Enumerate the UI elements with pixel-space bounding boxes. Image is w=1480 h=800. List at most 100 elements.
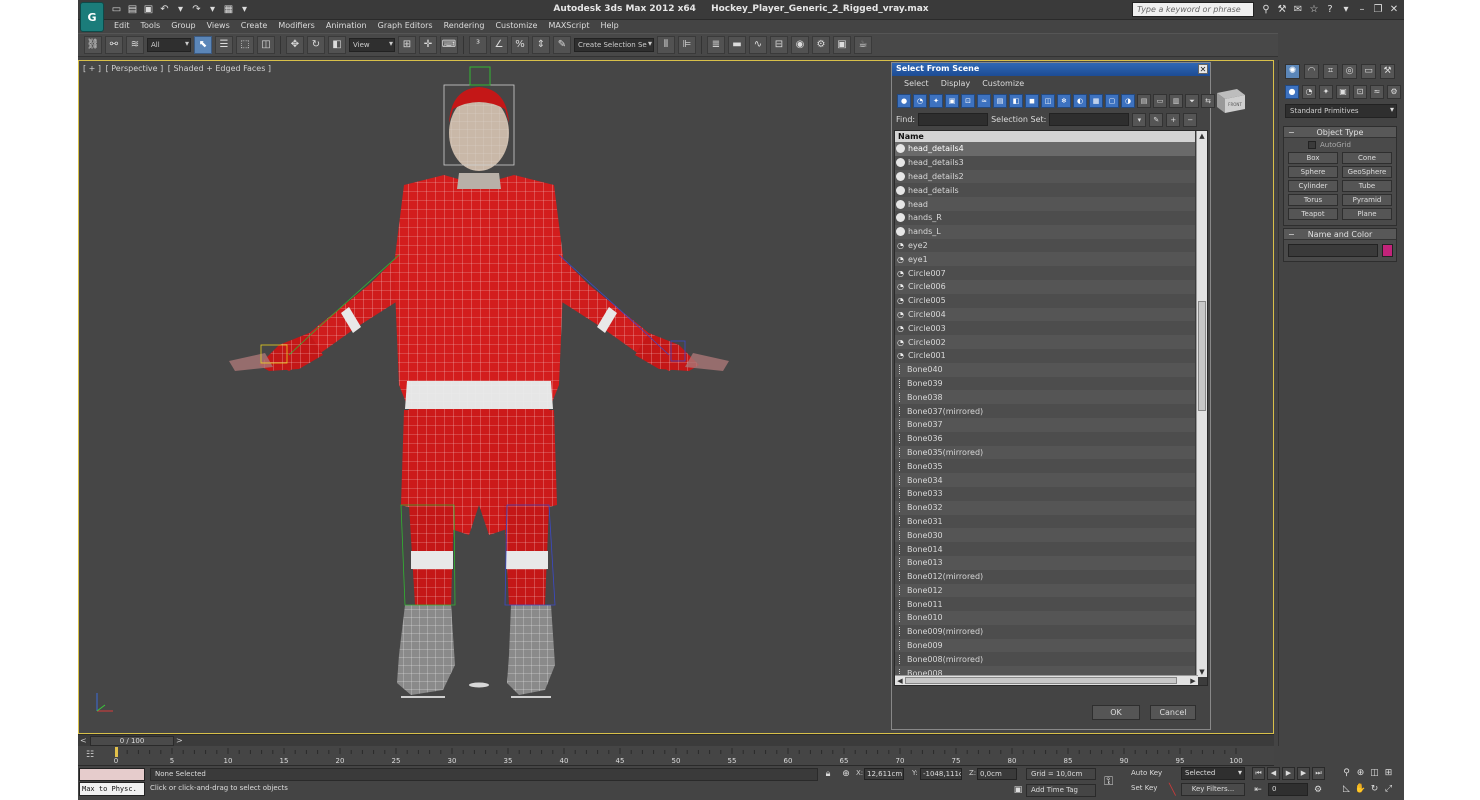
- tab-display[interactable]: ▭: [1361, 64, 1376, 79]
- reference-coordinate-dropdown[interactable]: View: [349, 38, 395, 52]
- list-item[interactable]: Bone009(mirrored): [895, 624, 1195, 639]
- find-input[interactable]: [918, 113, 989, 126]
- pan-view-icon[interactable]: ✋: [1354, 783, 1367, 796]
- go-to-start-icon[interactable]: ⏮: [1252, 767, 1265, 780]
- render-setup-icon[interactable]: ⚙: [812, 36, 830, 54]
- list-item[interactable]: ◔ Circle003: [895, 321, 1195, 336]
- new-scene-icon[interactable]: ▭: [110, 3, 123, 16]
- list-item[interactable]: Bone014: [895, 542, 1195, 556]
- next-key-icon[interactable]: ▶: [1297, 767, 1310, 780]
- cylinder-button[interactable]: Cylinder: [1288, 180, 1338, 192]
- selection-lock-icon[interactable]: 🔒︎: [822, 768, 834, 780]
- list-item[interactable]: hands_L: [895, 224, 1195, 239]
- menu-customize[interactable]: Customize: [489, 20, 542, 32]
- list-item[interactable]: Bone011: [895, 597, 1195, 612]
- layer-manager-icon[interactable]: ≣: [707, 36, 725, 54]
- viewport-pov-label[interactable]: [ Perspective ]: [106, 64, 164, 73]
- tab-hierarchy[interactable]: ⌗: [1323, 64, 1338, 79]
- list-item[interactable]: Bone031: [895, 514, 1195, 529]
- selection-filter-dropdown[interactable]: All: [147, 38, 191, 52]
- teapot-button[interactable]: Teapot: [1288, 208, 1338, 220]
- schematic-view-icon[interactable]: ⊟: [770, 36, 788, 54]
- filter-icon[interactable]: ⏷: [1185, 94, 1199, 108]
- select-by-name-icon[interactable]: ☰: [215, 36, 233, 54]
- geosphere-button[interactable]: GeoSphere: [1342, 166, 1392, 178]
- zoom-extents-icon[interactable]: ◫: [1368, 767, 1381, 780]
- object-name-input[interactable]: [1288, 244, 1378, 257]
- menu-maxscript[interactable]: MAXScript: [542, 20, 594, 32]
- field-of-view-icon[interactable]: ◺: [1340, 783, 1353, 796]
- select-all-icon[interactable]: ▤: [1137, 94, 1151, 108]
- named-selection-dropdown[interactable]: Create Selection Se: [574, 38, 654, 52]
- save-file-icon[interactable]: ▣: [142, 3, 155, 16]
- menu-rendering[interactable]: Rendering: [438, 20, 490, 32]
- object-type-title[interactable]: Object Type: [1284, 127, 1396, 138]
- x-coordinate-field[interactable]: 12,611cm: [864, 768, 904, 780]
- display-invert-icon[interactable]: ◑: [1121, 94, 1135, 108]
- time-slider[interactable]: < 0 / 100 >: [78, 734, 1274, 746]
- list-item[interactable]: Bone030: [895, 528, 1195, 543]
- go-to-end-icon[interactable]: ⏭: [1312, 767, 1325, 780]
- list-item[interactable]: head_details2: [895, 169, 1195, 184]
- previous-frame-icon[interactable]: <: [80, 736, 88, 746]
- snaps-toggle-icon[interactable]: ³: [469, 36, 487, 54]
- list-item[interactable]: Bone032: [895, 500, 1195, 515]
- maxscript-mini-listener[interactable]: Max to Physc.: [79, 782, 145, 796]
- help-dropdown-icon[interactable]: ▾: [1340, 3, 1352, 16]
- z-coordinate-field[interactable]: 0,0cm: [977, 768, 1017, 780]
- subscription-icon[interactable]: ⚒: [1276, 3, 1288, 16]
- list-item[interactable]: Bone035: [895, 459, 1195, 474]
- add-time-tag-button[interactable]: Add Time Tag: [1026, 784, 1096, 797]
- project-folder-icon[interactable]: ▦: [222, 3, 235, 16]
- scroll-down-icon[interactable]: ▼: [1197, 667, 1207, 677]
- list-item[interactable]: Bone039: [895, 376, 1195, 391]
- dialog-title-bar[interactable]: Select From Scene ✕: [892, 63, 1210, 76]
- unlink-icon[interactable]: ⚯: [105, 36, 123, 54]
- list-item[interactable]: Bone037(mirrored): [895, 404, 1195, 418]
- display-hidden-icon[interactable]: ◐: [1073, 94, 1087, 108]
- angle-snap-icon[interactable]: ∠: [490, 36, 508, 54]
- viewport-menu-label[interactable]: [ + ]: [83, 64, 101, 73]
- hockey-player-model[interactable]: [219, 65, 739, 725]
- key-mode-toggle-icon[interactable]: ⇤: [1252, 784, 1264, 796]
- play-icon[interactable]: ▶: [1282, 767, 1295, 780]
- undo-icon[interactable]: ↶: [158, 3, 171, 16]
- list-item[interactable]: ◔ Circle006: [895, 279, 1195, 294]
- sync-selection-icon[interactable]: ⇆: [1201, 94, 1215, 108]
- helpers-category-icon[interactable]: ⊡: [1353, 85, 1367, 99]
- box-button[interactable]: Box: [1288, 152, 1338, 164]
- select-and-rotate-icon[interactable]: ↻: [307, 36, 325, 54]
- zoom-icon[interactable]: ⚲: [1340, 767, 1353, 780]
- current-time-marker[interactable]: [115, 747, 118, 757]
- name-and-color-title[interactable]: Name and Color: [1284, 229, 1396, 240]
- plane-button[interactable]: Plane: [1342, 208, 1392, 220]
- absolute-mode-icon[interactable]: ⊕: [840, 768, 852, 780]
- dialog-close-icon[interactable]: ✕: [1198, 64, 1208, 74]
- zoom-all-icon[interactable]: ⊕: [1354, 767, 1367, 780]
- help-icon[interactable]: ?: [1324, 3, 1336, 16]
- previous-key-icon[interactable]: ◀: [1267, 767, 1280, 780]
- orbit-icon[interactable]: ↻: [1368, 783, 1381, 796]
- list-vertical-scroll-thumb[interactable]: [1198, 301, 1206, 411]
- list-item[interactable]: ◔ eye2: [895, 238, 1195, 253]
- window-crossing-icon[interactable]: ◫: [257, 36, 275, 54]
- track-bar[interactable]: ☷ 0 5 10 15 20 25 30 35 40 45 50 55 60 65 70 75 80 85 90 95…: [78, 746, 1274, 766]
- menu-animation[interactable]: Animation: [320, 20, 372, 32]
- restore-icon[interactable]: ❐: [1372, 3, 1384, 16]
- help-search-input[interactable]: Type a keyword or phrase: [1132, 2, 1254, 17]
- key-filters-button[interactable]: Key Filters...: [1181, 783, 1245, 796]
- display-containers-icon[interactable]: ◫: [1041, 94, 1055, 108]
- list-item[interactable]: Bone036: [895, 431, 1195, 446]
- lights-category-icon[interactable]: ✦: [1319, 85, 1333, 99]
- list-item[interactable]: head_details3: [895, 155, 1195, 170]
- list-item[interactable]: Bone012(mirrored): [895, 569, 1195, 584]
- open-file-icon[interactable]: ▤: [126, 3, 139, 16]
- list-item[interactable]: Bone040: [895, 362, 1195, 377]
- dialog-menu-display[interactable]: Display: [935, 79, 977, 88]
- set-key-icon[interactable]: ╲: [1169, 783, 1176, 796]
- menu-edit[interactable]: Edit: [108, 20, 135, 32]
- display-bones-icon[interactable]: ◼: [1025, 94, 1039, 108]
- auto-key-button[interactable]: Auto Key: [1128, 768, 1168, 781]
- key-mode-dropdown[interactable]: Selected: [1181, 767, 1245, 780]
- list-item[interactable]: Bone035(mirrored): [895, 445, 1195, 460]
